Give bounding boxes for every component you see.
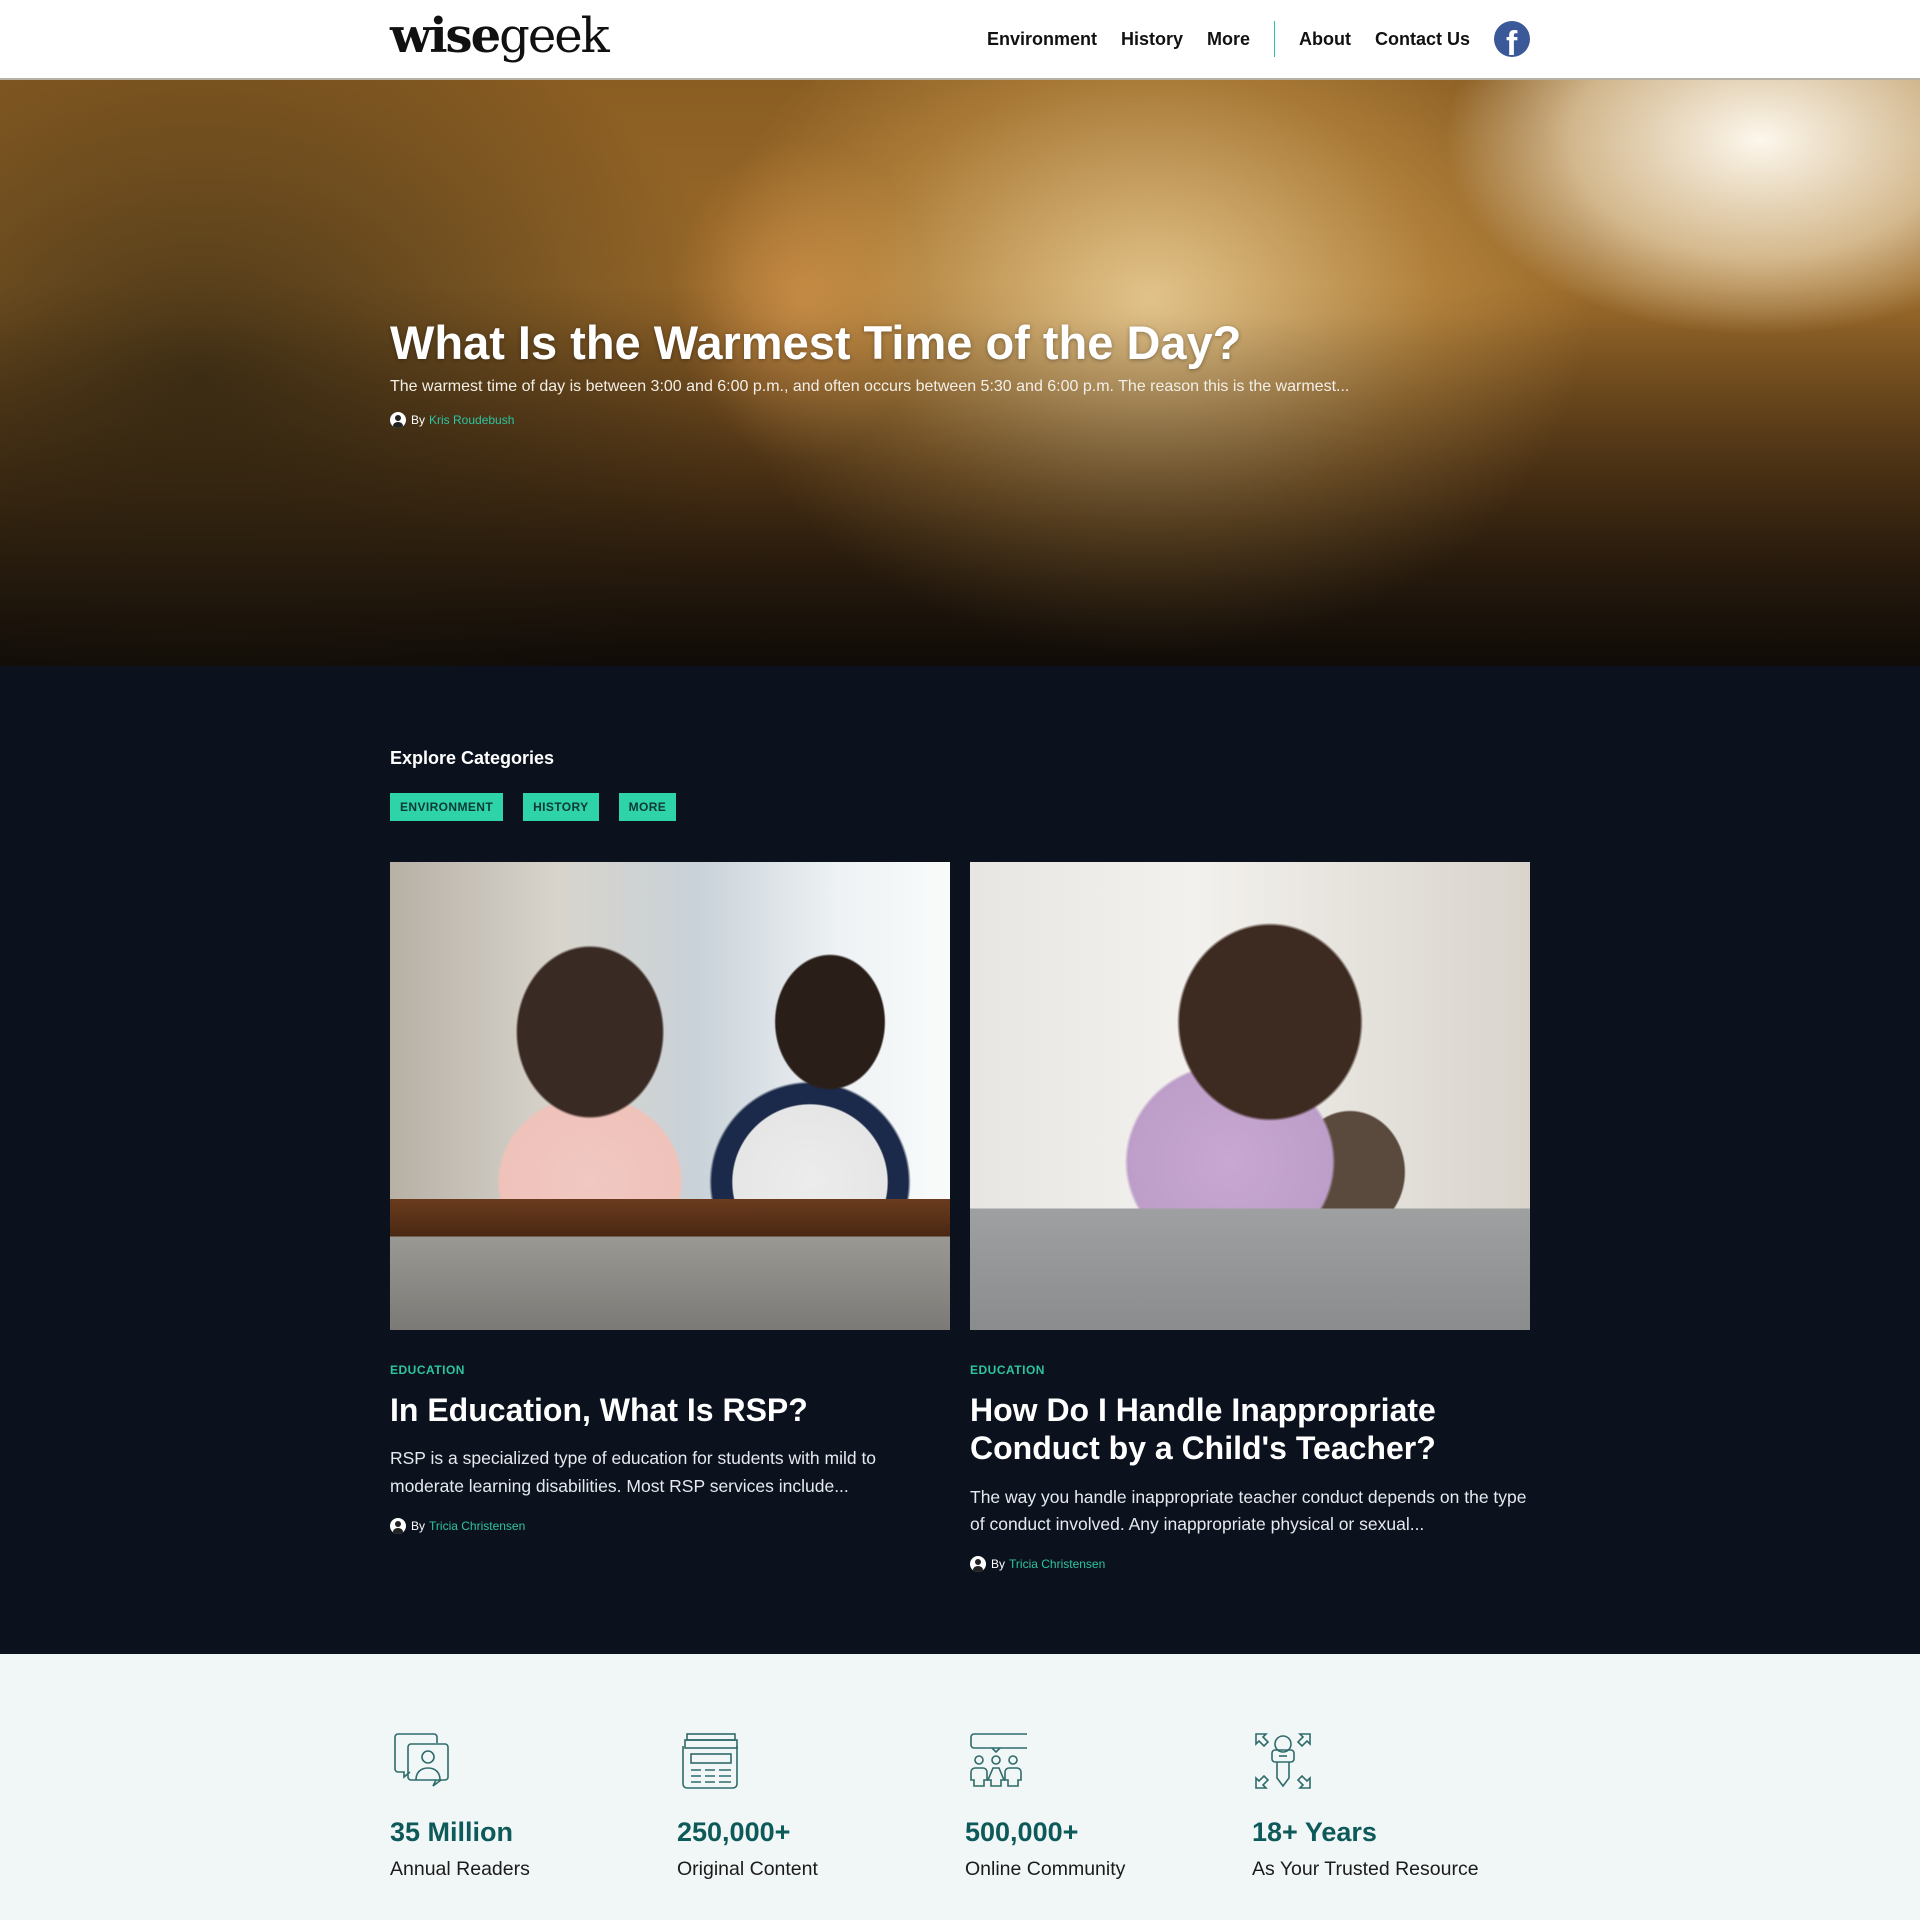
hero-featured-article[interactable]: What Is the Warmest Time of the Day? The… xyxy=(0,80,1920,666)
stat-label: Original Content xyxy=(677,1858,818,1880)
logo-part-geek: geek xyxy=(499,8,610,64)
user-icon xyxy=(390,412,406,429)
logo-part-wise: wise xyxy=(390,8,501,64)
nav-divider xyxy=(1274,21,1275,57)
stat-label: As Your Trusted Resource xyxy=(1252,1858,1479,1880)
explore-heading: Explore Categories xyxy=(390,748,555,768)
main-nav: Environment History More About Contact U… xyxy=(987,0,1530,78)
nav-history[interactable]: History xyxy=(1121,29,1183,50)
author-link[interactable]: Tricia Christensen xyxy=(429,1519,525,1533)
chip-environment[interactable]: ENVIRONMENT xyxy=(390,793,504,821)
hero-excerpt: The warmest time of day is between 3:00 … xyxy=(390,378,1350,396)
stat-item: 500,000+ Online Community xyxy=(965,1730,1225,1881)
article-card: EDUCATION In Education, What Is RSP? RSP… xyxy=(390,862,950,1534)
nav-contact-us[interactable]: Contact Us xyxy=(1375,29,1470,50)
nav-more[interactable]: More xyxy=(1207,29,1250,50)
chip-history[interactable]: HISTORY xyxy=(523,793,599,821)
article-category: EDUCATION xyxy=(390,1363,465,1377)
article-byline: By Tricia Christensen xyxy=(970,1556,1530,1573)
hero-title[interactable]: What Is the Warmest Time of the Day? xyxy=(390,316,1530,370)
microphone-expand-icon xyxy=(1255,1733,1311,1789)
user-icon xyxy=(390,1517,406,1534)
stat-value: 500,000+ xyxy=(965,1817,1079,1847)
community-icon xyxy=(970,1733,1030,1787)
stat-label: Annual Readers xyxy=(390,1858,530,1880)
site-logo[interactable]: wisegeek xyxy=(390,8,610,64)
newspaper-icon xyxy=(682,1733,738,1789)
stats-section: 35 Million Annual Readers 250,000+ Origi… xyxy=(0,1654,1920,1920)
stat-item: 250,000+ Original Content xyxy=(677,1730,937,1881)
user-icon xyxy=(970,1556,986,1573)
article-image[interactable] xyxy=(970,862,1530,1330)
explore-section: Explore Categories ENVIRONMENT HISTORY M… xyxy=(0,666,1920,1654)
stat-value: 250,000+ xyxy=(677,1817,791,1847)
article-category: EDUCATION xyxy=(970,1363,1045,1377)
stat-item: 18+ Years As Your Trusted Resource xyxy=(1252,1730,1512,1881)
article-title[interactable]: In Education, What Is RSP? xyxy=(390,1391,950,1429)
stat-value: 18+ Years xyxy=(1252,1817,1377,1847)
article-excerpt: RSP is a specialized type of education f… xyxy=(390,1448,877,1496)
byline-by: By xyxy=(411,413,426,428)
stat-value: 35 Million xyxy=(390,1817,514,1847)
article-title[interactable]: How Do I Handle Inappropriate Conduct by… xyxy=(970,1391,1530,1468)
stat-label: Online Community xyxy=(965,1858,1126,1880)
author-link[interactable]: Kris Roudebush xyxy=(429,413,514,427)
category-chips: ENVIRONMENT HISTORY MORE xyxy=(390,793,696,821)
hero-byline: By Kris Roudebush xyxy=(390,412,1530,429)
byline-by: By xyxy=(991,1557,1006,1572)
facebook-icon[interactable]: f xyxy=(1494,21,1530,57)
byline-by: By xyxy=(411,1518,426,1533)
author-link[interactable]: Tricia Christensen xyxy=(1009,1557,1105,1571)
chat-user-icon xyxy=(394,1733,449,1787)
nav-about[interactable]: About xyxy=(1299,29,1351,50)
article-card: EDUCATION How Do I Handle Inappropriate … xyxy=(970,862,1530,1573)
article-excerpt: The way you handle inappropriate teacher… xyxy=(970,1486,1527,1534)
nav-environment[interactable]: Environment xyxy=(987,29,1097,50)
stat-item: 35 Million Annual Readers xyxy=(390,1730,650,1881)
chip-more[interactable]: MORE xyxy=(618,793,677,821)
site-header: wisegeek Environment History More About … xyxy=(0,0,1920,80)
article-byline: By Tricia Christensen xyxy=(390,1517,950,1534)
hero-content: What Is the Warmest Time of the Day? The… xyxy=(390,316,1530,429)
article-image[interactable] xyxy=(390,862,950,1330)
